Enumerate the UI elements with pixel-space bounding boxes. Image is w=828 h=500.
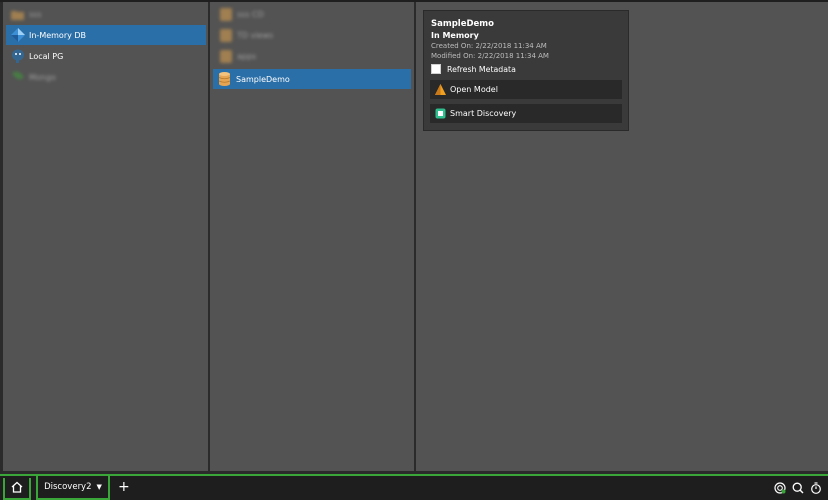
network-status-icon[interactable] (774, 482, 786, 494)
mongo-leaf-icon (10, 70, 25, 85)
workspace: sss In-Memory DB Local PG Mongo sss CD T… (0, 0, 828, 474)
model-icon (435, 84, 446, 95)
chevron-down-icon[interactable]: ▼ (97, 483, 102, 491)
folder-icon (218, 7, 233, 22)
database-item-apps[interactable]: apps (214, 46, 326, 66)
database-item-sss-cd[interactable]: sss CD (214, 4, 326, 24)
refresh-metadata-row[interactable]: Refresh Metadata (431, 64, 516, 74)
database-item-label: apps (237, 51, 257, 61)
folder-icon (10, 7, 25, 22)
open-model-label: Open Model (450, 85, 498, 94)
postgres-icon (10, 49, 25, 64)
database-item-label: TD views (237, 30, 274, 40)
details-title: SampleDemo (431, 19, 494, 29)
source-item-local-pg[interactable]: Local PG (6, 46, 206, 66)
status-tray (774, 482, 822, 494)
modified-on-text: Modified On: 2/22/2018 11:34 AM (431, 52, 549, 60)
search-icon[interactable] (792, 482, 804, 494)
folder-icon (218, 49, 233, 64)
source-item-in-memory-db[interactable]: In-Memory DB (6, 25, 206, 45)
smart-discovery-label: Smart Discovery (450, 109, 517, 118)
database-item-sampledemo[interactable]: SampleDemo (213, 69, 411, 89)
home-icon (11, 481, 23, 495)
database-item-label: SampleDemo (236, 74, 290, 84)
source-item-label: Mongo (29, 72, 56, 82)
bottom-taskbar: Discovery2 ▼ + (0, 474, 828, 500)
source-item-sss[interactable]: sss (6, 4, 206, 24)
smart-discovery-button[interactable]: Smart Discovery (430, 104, 622, 123)
home-button[interactable] (3, 478, 31, 500)
folder-icon (218, 28, 233, 43)
open-model-button[interactable]: Open Model (430, 80, 622, 99)
details-subtitle: In Memory (431, 31, 479, 40)
database-item-td-views[interactable]: TD views (214, 25, 326, 45)
smart-discovery-icon (435, 108, 446, 119)
cube-icon (10, 28, 25, 43)
refresh-metadata-label: Refresh Metadata (447, 64, 516, 74)
source-item-label: Local PG (29, 51, 64, 61)
source-item-mongo[interactable]: Mongo (6, 67, 206, 87)
source-item-label: In-Memory DB (29, 30, 87, 40)
created-on-text: Created On: 2/22/2018 11:34 AM (431, 42, 547, 50)
tab-label: Discovery2 (44, 482, 92, 492)
database-icon (217, 72, 232, 87)
tab-discovery2[interactable]: Discovery2 ▼ (36, 476, 110, 500)
source-item-label: sss (29, 9, 42, 19)
database-details-card: SampleDemo In Memory Created On: 2/22/20… (423, 10, 629, 131)
database-item-label: sss CD (237, 9, 264, 19)
timer-icon[interactable] (810, 482, 822, 494)
add-tab-button[interactable]: + (118, 479, 130, 495)
refresh-metadata-checkbox[interactable] (431, 64, 441, 74)
